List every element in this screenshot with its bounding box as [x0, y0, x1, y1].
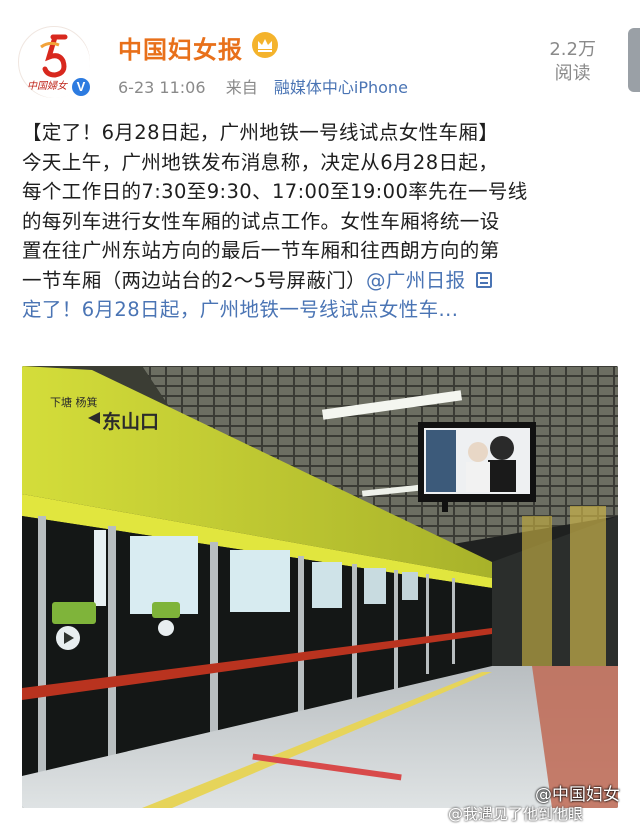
- station-sign-small: 下塘 杨箕: [50, 395, 98, 409]
- content-line-with-mention: 一节车厢（两边站台的2～5号屏蔽门）@广州日报: [22, 266, 622, 296]
- content-line: 一节车厢（两边站台的2～5号屏蔽门）: [22, 268, 367, 292]
- post-image[interactable]: 下塘 杨箕 东山口: [22, 366, 618, 808]
- views-number: 2.2万: [549, 39, 596, 60]
- content-line: 置在往广州东站方向的最后一节车厢和往西朗方向的第: [22, 239, 500, 262]
- crown-badge-icon[interactable]: [252, 32, 278, 58]
- post-content: 【定了！6月28日起，广州地铁一号线试点女性车厢】 今天上午，广州地铁发布消息称…: [22, 118, 622, 325]
- watermark-primary: @中国妇女: [535, 785, 620, 805]
- post-time: 6-23 11:06: [118, 78, 206, 97]
- station-sign-main: 东山口: [102, 410, 159, 433]
- content-line: 的每列车进行女性车厢的试点工作。女性车厢将统一设: [22, 209, 500, 233]
- article-link-icon[interactable]: [475, 271, 492, 288]
- svg-text:中国婦女: 中国婦女: [27, 80, 68, 92]
- article-link-title[interactable]: 定了！6月28日起，广州地铁一号线试点女性车...: [22, 295, 622, 325]
- author-name[interactable]: 中国妇女报: [118, 30, 243, 65]
- content-line: 今天上午，广州地铁发布消息称，决定从6月28日起，: [22, 150, 499, 174]
- content-line: 【定了！6月28日起，广州地铁一号线试点女性车厢】: [22, 121, 499, 144]
- metro-platform-photo: 下塘 杨箕 东山口: [22, 366, 618, 808]
- views-label: 阅读: [554, 63, 591, 84]
- view-count: 2.2万 阅读: [549, 38, 596, 86]
- post-header: 中国婦女 V 中国妇女报 6-23 11:06 来自 融媒体中心iPhone 2…: [0, 0, 640, 108]
- content-line: 每个工作日的7:30至9:30、17:00至19:00率先在一号线: [22, 180, 528, 203]
- mention-link[interactable]: @广州日报: [366, 269, 466, 292]
- scrollbar-handle[interactable]: [628, 28, 640, 92]
- post-source[interactable]: 融媒体中心iPhone: [274, 78, 408, 97]
- watermark-secondary: @我遇见了他到他眼: [448, 805, 584, 823]
- source-prefix: 来自: [225, 78, 258, 97]
- verified-v-icon: V: [70, 76, 92, 98]
- tv-monitor: [418, 422, 536, 512]
- post-meta: 6-23 11:06 来自 融媒体中心iPhone: [118, 74, 408, 98]
